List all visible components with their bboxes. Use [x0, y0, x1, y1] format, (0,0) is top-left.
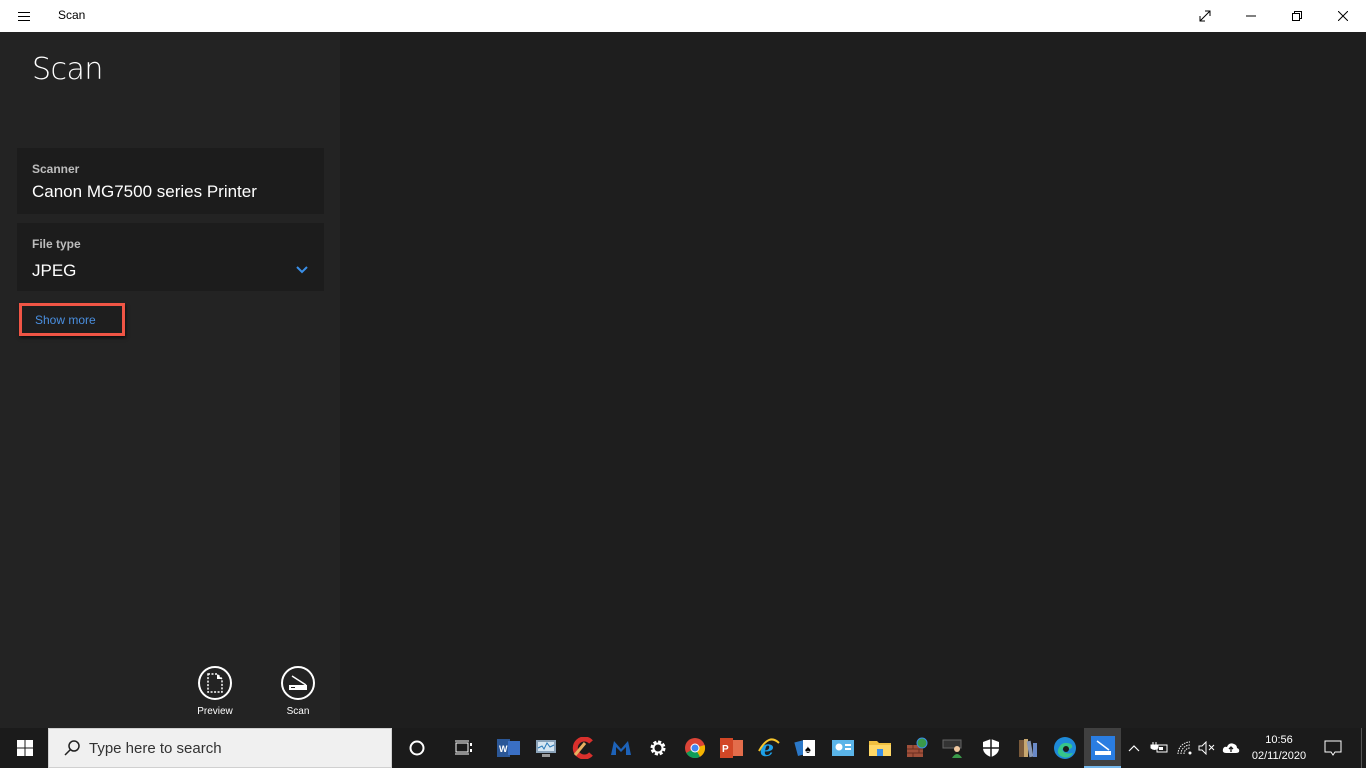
hamburger-icon	[18, 15, 30, 17]
taskbar-app-powerpoint[interactable]: P	[713, 728, 750, 768]
network-user-icon	[942, 739, 962, 758]
taskbar-app-malwarebytes[interactable]	[602, 728, 639, 768]
taskbar-app-network-user[interactable]	[935, 728, 972, 768]
chrome-icon	[684, 738, 705, 759]
file-type-value: JPEG	[32, 261, 77, 280]
taskbar-app-ccleaner[interactable]	[564, 728, 601, 768]
show-more-label: Show more	[35, 313, 96, 327]
internet-explorer-icon: e	[757, 737, 780, 759]
taskbar-app-scan[interactable]	[1084, 728, 1121, 768]
preview-icon	[207, 673, 223, 693]
hamburger-menu-button[interactable]	[8, 0, 40, 32]
powerpoint-icon: P	[719, 738, 743, 758]
windows-logo-icon	[16, 740, 33, 756]
taskbar-app-solitaire[interactable]: ♠	[787, 728, 824, 768]
cortana-button[interactable]	[398, 728, 435, 768]
svg-text:♠: ♠	[805, 744, 811, 756]
scanner-label: Scanner	[32, 162, 80, 176]
page-title: Scan	[32, 52, 103, 87]
cloud-upload-icon	[1222, 743, 1240, 753]
settings-gear-icon	[650, 740, 665, 756]
restore-button[interactable]	[1274, 0, 1320, 32]
scan-icon	[289, 675, 307, 690]
file-explorer-icon	[868, 741, 891, 756]
taskbar-app-settings[interactable]	[639, 728, 676, 768]
taskbar-app-library[interactable]	[1009, 728, 1046, 768]
scan-app-icon	[1090, 736, 1115, 760]
control-panel-icon	[831, 740, 854, 756]
battery-button[interactable]	[1148, 728, 1170, 768]
solitaire-icon: ♠	[793, 739, 815, 757]
cortana-icon	[409, 740, 424, 756]
taskbar-app-firewall[interactable]	[898, 728, 935, 768]
taskbar-app-windows-security[interactable]	[972, 728, 1009, 768]
scanner-value: Canon MG7500 series Printer	[32, 182, 257, 201]
svg-text:W: W	[499, 744, 508, 754]
minimize-button[interactable]	[1228, 0, 1274, 32]
taskbar-app-word[interactable]: W	[490, 728, 527, 768]
scanner-selector[interactable]: Scanner Canon MG7500 series Printer	[17, 148, 324, 214]
preview-area	[340, 32, 1366, 728]
clock[interactable]: 10:56 02/11/2020	[1244, 732, 1314, 764]
ccleaner-icon	[572, 737, 593, 759]
chevron-up-icon	[1128, 745, 1140, 752]
volume-muted-icon	[1198, 741, 1215, 755]
word-icon: W	[496, 739, 520, 757]
library-books-icon	[1018, 739, 1037, 758]
taskbar-app-performance-monitor[interactable]	[527, 728, 564, 768]
minimize-icon	[1246, 15, 1256, 17]
show-more-link[interactable]: Show more	[19, 303, 125, 336]
onedrive-button[interactable]	[1220, 728, 1242, 768]
taskbar-search-box[interactable]: Type here to search	[48, 728, 392, 768]
volume-button[interactable]	[1196, 728, 1218, 768]
svg-text:P: P	[722, 744, 729, 755]
restore-icon	[1292, 11, 1302, 21]
taskbar-app-chrome[interactable]	[676, 728, 713, 768]
scan-button[interactable]: Scan	[268, 666, 328, 717]
start-button[interactable]	[6, 728, 43, 768]
chevron-down-icon	[296, 263, 308, 277]
expand-icon	[1199, 10, 1211, 22]
title-bar: Scan	[0, 0, 1366, 32]
wifi-icon	[1177, 741, 1192, 755]
file-type-dropdown[interactable]: File type JPEG	[17, 223, 324, 291]
full-screen-button[interactable]	[1182, 0, 1228, 32]
show-hidden-icons-button[interactable]	[1124, 728, 1144, 768]
close-icon	[1338, 11, 1348, 21]
battery-charging-icon	[1150, 742, 1168, 753]
clock-time: 10:56	[1265, 734, 1293, 746]
network-button[interactable]	[1174, 728, 1196, 768]
window-title: Scan	[58, 8, 86, 22]
clock-date: 02/11/2020	[1251, 750, 1307, 762]
close-button[interactable]	[1320, 0, 1366, 32]
search-placeholder: Type here to search	[89, 740, 222, 757]
task-view-button[interactable]	[445, 728, 482, 768]
notification-icon	[1324, 740, 1342, 756]
taskbar-app-internet-explorer[interactable]: e	[750, 728, 787, 768]
file-type-label: File type	[32, 237, 81, 251]
taskbar: Type here to search W P e ♠ 10:56 02/11/…	[0, 728, 1366, 768]
taskbar-app-control-panel[interactable]	[824, 728, 861, 768]
preview-button[interactable]: Preview	[185, 666, 245, 717]
show-desktop-button[interactable]	[1361, 728, 1362, 768]
malwarebytes-icon	[610, 741, 631, 755]
search-icon	[64, 740, 80, 756]
taskbar-app-file-explorer[interactable]	[861, 728, 898, 768]
edge-icon	[1053, 737, 1076, 759]
action-center-button[interactable]	[1318, 728, 1348, 768]
task-view-icon	[454, 740, 472, 755]
scan-label: Scan	[286, 706, 310, 717]
firewall-icon	[906, 737, 927, 757]
sidebar	[0, 32, 340, 728]
preview-label: Preview	[197, 706, 233, 717]
performance-monitor-icon	[535, 740, 556, 757]
taskbar-app-edge[interactable]	[1046, 728, 1083, 768]
shield-icon	[982, 739, 999, 757]
